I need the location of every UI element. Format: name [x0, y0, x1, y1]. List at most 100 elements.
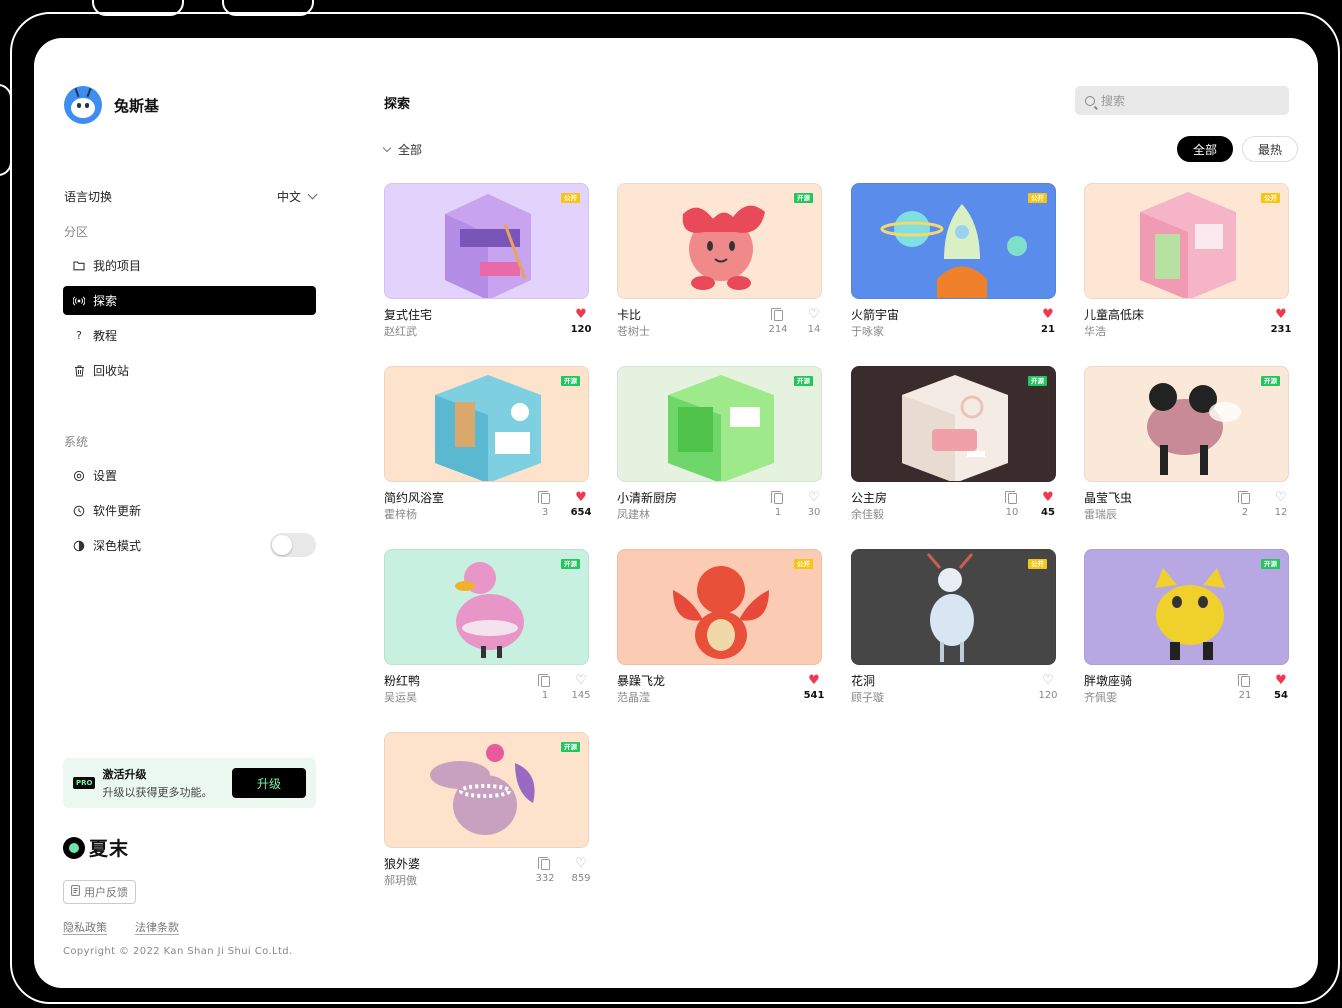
sidebar-item-my-projects[interactable]: 我的项目: [63, 251, 316, 280]
like-button[interactable]: ♡ 30: [802, 491, 826, 519]
brand[interactable]: 兔斯基: [64, 86, 159, 124]
heart-filled-icon: ♥: [1275, 307, 1287, 322]
copy-button[interactable]: 214: [766, 308, 790, 335]
copy-count: 214: [768, 324, 788, 335]
copy-count: 1: [774, 507, 782, 518]
feedback-label: 用户反馈: [84, 886, 128, 899]
like-count: 12: [1274, 507, 1288, 518]
like-button[interactable]: ♡ 859: [569, 856, 593, 885]
project-card[interactable]: 公开 儿童高低床 华浩 ♥ 231: [1084, 183, 1291, 343]
upgrade-title: 激活升级: [102, 768, 147, 781]
copy-button[interactable]: 332: [533, 857, 557, 884]
legal-terms-link[interactable]: 法律条款: [135, 919, 179, 935]
search-box[interactable]: [1075, 86, 1289, 115]
like-count: 541: [803, 690, 825, 701]
sort-hot-button[interactable]: 最热: [1242, 136, 1299, 162]
sidebar-item-trash[interactable]: 回收站: [63, 356, 316, 385]
copy-icon: [1237, 674, 1250, 687]
project-author: 范晶滢: [617, 691, 650, 704]
like-button[interactable]: ♡ 12: [1269, 491, 1293, 519]
xiamo-logo-icon: [63, 836, 85, 859]
like-count: 120: [570, 324, 592, 335]
project-card[interactable]: 开源 狼外婆 郝玥傲 ♡ 859 332: [384, 732, 591, 892]
copy-button[interactable]: 10: [1000, 491, 1024, 518]
project-thumbnail[interactable]: 开源: [384, 732, 589, 848]
like-button[interactable]: ♥ 120: [569, 308, 593, 336]
upgrade-button[interactable]: 升级: [232, 768, 306, 798]
copy-button[interactable]: 3: [533, 491, 557, 518]
project-thumbnail[interactable]: 开源: [617, 183, 822, 299]
xiamo-logo-text: 夏末: [89, 838, 130, 860]
language-select[interactable]: 中文: [277, 188, 318, 205]
feedback-button[interactable]: 用户反馈: [63, 880, 136, 904]
project-thumbnail[interactable]: 开源: [384, 366, 589, 482]
project-card[interactable]: 开源 胖墩座骑 齐佩雯 ♥ 54 21: [1084, 549, 1289, 709]
search-input[interactable]: [1101, 93, 1271, 108]
project-card[interactable]: 开源 卡比 苍树士 ♡ 14 214: [617, 183, 822, 343]
copy-count: 21: [1238, 690, 1252, 701]
sidebar-item-settings[interactable]: 设置: [63, 461, 316, 490]
project-illustration: [1147, 383, 1241, 475]
device-frame-tab: [222, 0, 314, 16]
project-thumbnail[interactable]: 公开: [1084, 183, 1289, 299]
sidebar-item-update[interactable]: 软件更新: [63, 496, 316, 525]
sidebar-item-label: 教程: [93, 329, 118, 343]
sidebar-item-tutorial[interactable]: ? 教程: [63, 321, 316, 350]
project-card[interactable]: 公开 花洞 顾子璇 ♡ 120: [851, 549, 1058, 709]
open-source-badge: 开源: [794, 376, 813, 387]
app-window: 兔斯基 语言切换 中文 分区 我的项目 探索 ? 教程 回收站 系统 设置 软件…: [34, 38, 1318, 988]
project-title: 粉红鸭: [384, 674, 421, 688]
copy-button[interactable]: 2: [1233, 491, 1257, 518]
project-card[interactable]: 开源 晶莹飞虫 雷瑞辰 ♡ 12 2: [1084, 366, 1289, 526]
project-thumbnail[interactable]: 公开: [384, 183, 589, 299]
copy-button[interactable]: 1: [533, 674, 557, 701]
project-thumbnail[interactable]: 开源: [1084, 366, 1289, 482]
privacy-link[interactable]: 隐私政策: [63, 919, 107, 935]
project-thumbnail[interactable]: 开源: [1084, 549, 1289, 665]
like-button[interactable]: ♥ 21: [1036, 308, 1060, 336]
like-button[interactable]: ♡ 145: [569, 674, 593, 702]
project-author: 余佳毅: [851, 508, 884, 521]
sidebar-item-explore[interactable]: 探索: [63, 286, 316, 315]
toggle-knob: [272, 535, 292, 555]
project-author: 雷瑞辰: [1084, 508, 1117, 521]
project-title: 小清新厨房: [617, 491, 678, 505]
project-card[interactable]: 公开 火箭宇宙 于咏家 ♥ 21: [851, 183, 1056, 343]
project-illustration: [1155, 568, 1225, 660]
chevron-down-icon: [382, 143, 392, 152]
dark-mode-toggle[interactable]: [270, 533, 316, 557]
project-card[interactable]: 公开暴躁飞龙范晶滢 ♥ 541: [617, 549, 824, 709]
like-button[interactable]: ♥ 45: [1036, 491, 1060, 519]
category-filter-dropdown[interactable]: 全部: [382, 141, 422, 158]
project-card[interactable]: 开源 小清新厨房 凤建林 ♡ 30 1: [617, 366, 822, 526]
copy-button[interactable]: 1: [766, 491, 790, 518]
like-button[interactable]: ♥ 654: [569, 491, 593, 519]
heart-outline-icon: ♡: [575, 856, 587, 871]
sidebar-item-dark-mode[interactable]: 深色模式: [63, 531, 316, 560]
project-thumbnail[interactable]: 开源: [384, 549, 589, 665]
search-icon: [1085, 95, 1095, 106]
project-title: 暴躁飞龙: [617, 674, 666, 688]
project-thumbnail[interactable]: 公开: [851, 549, 1056, 665]
project-card[interactable]: 公开 复式住宅 赵红武 ♥ 120: [384, 183, 591, 343]
project-author: 苍树士: [617, 325, 650, 338]
project-card[interactable]: 开源 粉红鸭 吴运昊 ♡ 145 1: [384, 549, 591, 709]
pro-badge: PRO: [73, 777, 96, 789]
project-thumbnail[interactable]: 开源: [617, 366, 822, 482]
like-button[interactable]: ♥ 231: [1269, 307, 1293, 336]
copy-button[interactable]: 21: [1233, 674, 1257, 701]
project-thumbnail[interactable]: 公开: [617, 549, 822, 665]
like-button[interactable]: ♡ 14: [802, 308, 826, 336]
upgrade-card: PRO 激活升级 升级以获得更多功能。 升级: [63, 758, 316, 808]
sort-all-button[interactable]: 全部: [1177, 136, 1234, 162]
like-button[interactable]: ♡ 120: [1036, 674, 1060, 702]
project-card[interactable]: 开源 简约风浴室 霍梓杨 ♥ 654 3: [384, 366, 591, 526]
project-thumbnail[interactable]: 公开: [851, 183, 1056, 299]
project-card[interactable]: 开源 公主房 余佳毅 ♥ 45 10: [851, 366, 1056, 526]
project-thumbnail[interactable]: 开源: [851, 366, 1056, 482]
like-button[interactable]: ♥ 541: [802, 674, 826, 702]
broadcast-icon: [73, 295, 85, 307]
like-button[interactable]: ♥ 54: [1269, 674, 1293, 702]
language-switch[interactable]: 语言切换 中文: [64, 188, 318, 205]
question-icon: ?: [76, 329, 82, 342]
